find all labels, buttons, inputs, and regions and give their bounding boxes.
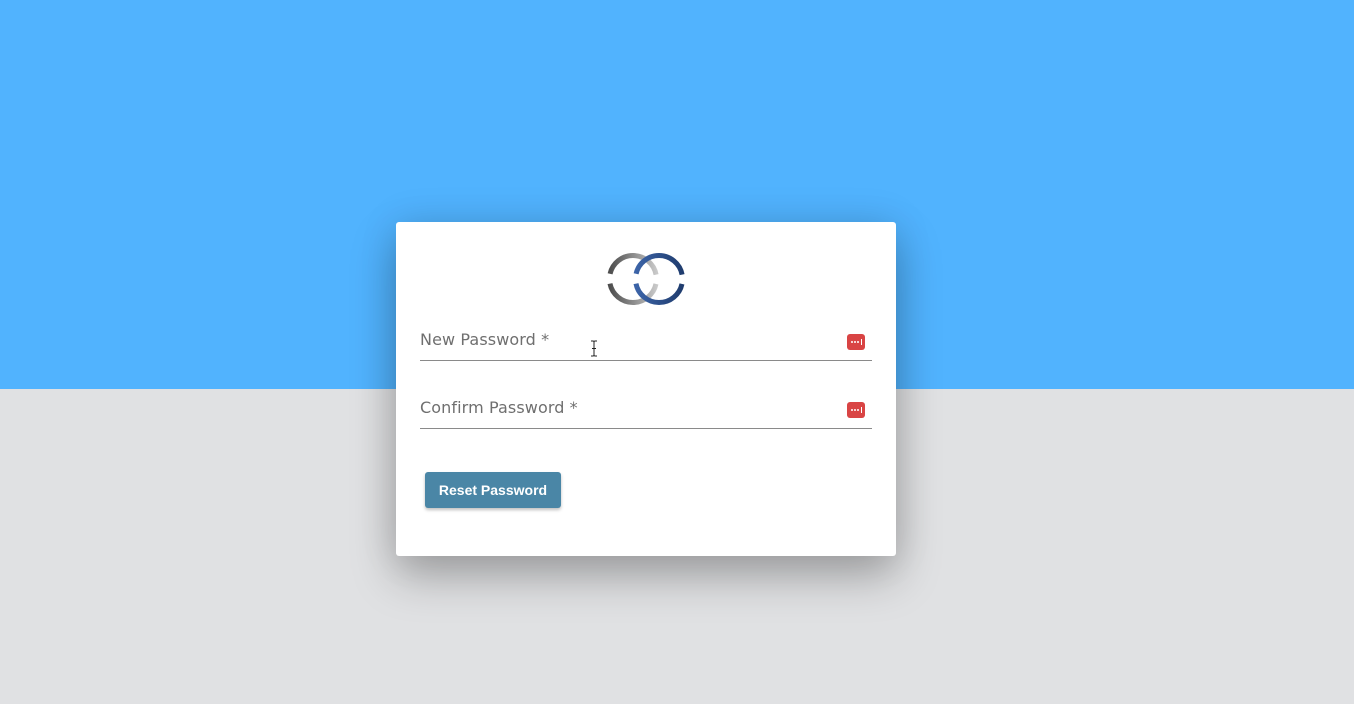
- new-password-input[interactable]: [420, 320, 834, 360]
- page: New Password * Confirm Password * Reset …: [0, 0, 1354, 704]
- reset-password-button[interactable]: Reset Password: [425, 472, 561, 508]
- password-manager-icon[interactable]: [847, 402, 865, 418]
- password-manager-icon[interactable]: [847, 334, 865, 350]
- confirm-password-field[interactable]: Confirm Password *: [420, 388, 872, 429]
- new-password-field[interactable]: New Password *: [420, 320, 872, 361]
- confirm-password-input[interactable]: [420, 388, 834, 428]
- text-cursor-icon: [591, 340, 597, 357]
- reset-password-card: New Password * Confirm Password * Reset …: [396, 222, 896, 556]
- interlocking-rings-logo-icon: [607, 253, 685, 305]
